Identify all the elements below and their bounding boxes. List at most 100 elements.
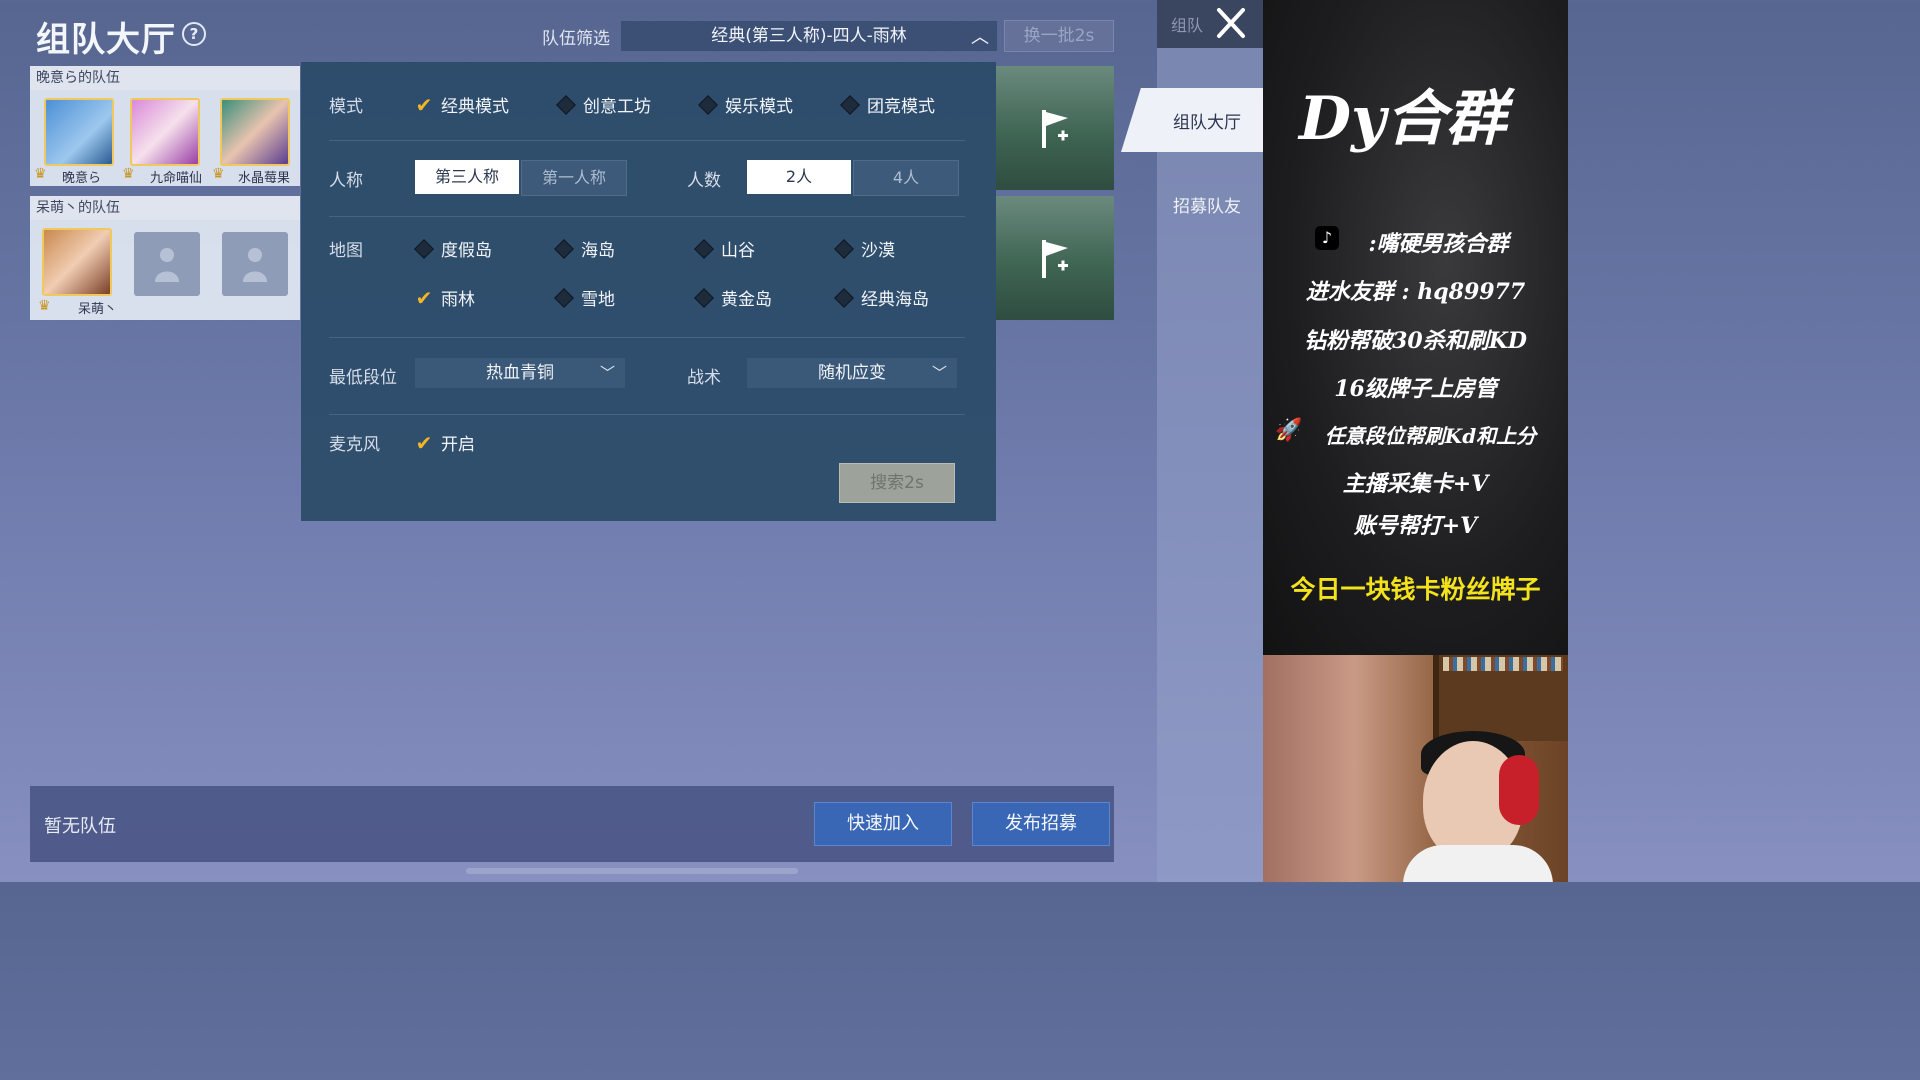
member-avatar[interactable] [130, 98, 200, 166]
member-avatar[interactable] [44, 98, 114, 166]
mode-option-fun[interactable]: 娱乐模式 [698, 92, 793, 117]
webcam-feed [1263, 655, 1568, 882]
sidebar-item-recruit[interactable]: 招募队友 [1173, 192, 1241, 217]
unchecked-diamond-icon [698, 94, 718, 115]
map-option-resort[interactable]: 度假岛 [414, 236, 492, 261]
option-label: 雪地 [581, 290, 615, 310]
divider [329, 414, 965, 415]
player-count-label: 人数 [687, 171, 721, 191]
unchecked-diamond-icon [834, 238, 854, 259]
chevron-down-icon: ﹀ [931, 364, 947, 382]
no-team-text: 暂无队伍 [44, 816, 116, 837]
map-thumbnail[interactable] [996, 196, 1114, 320]
min-rank-dropdown[interactable]: 热血青铜 ﹀ [415, 358, 625, 388]
unchecked-diamond-icon [554, 238, 574, 259]
mode-option-workshop[interactable]: 创意工坊 [556, 92, 651, 117]
checkmark-icon: ✔ [415, 430, 433, 455]
filter-panel: 模式 ✔ 经典模式 创意工坊 娱乐模式 团竞模式 人称 第三人称 第一人称 人数… [301, 62, 996, 521]
map-option-snow[interactable]: 雪地 [554, 285, 615, 310]
perspective-first-person[interactable]: 第一人称 [521, 160, 627, 196]
member-name: 呆萌丶 [78, 302, 118, 317]
rank-badge-icon: ♛ [34, 166, 47, 182]
mode-label: 模式 [329, 97, 363, 117]
search-button[interactable]: 搜索2s [839, 463, 955, 503]
team-header: 晚意ら的队伍 [30, 66, 300, 90]
option-label: 海岛 [581, 241, 615, 261]
rank-badge-icon: ♛ [38, 298, 51, 314]
mode-option-team-deathmatch[interactable]: 团竞模式 [840, 92, 935, 117]
member-avatar[interactable] [220, 98, 290, 166]
map-label: 地图 [329, 241, 363, 261]
chevron-down-icon: ﹀ [599, 364, 615, 382]
empty-slot[interactable] [134, 232, 200, 296]
sidebar-header-label: 组队 [1171, 16, 1204, 35]
headset [1499, 755, 1539, 825]
map-thumbnail[interactable] [996, 66, 1114, 190]
overlay-title: Dy合群 [1299, 84, 1506, 154]
perspective-label: 人称 [329, 171, 363, 191]
overlay-line: 进水友群 : hq89977 [1305, 279, 1526, 305]
create-team-flag-icon [1042, 240, 1068, 278]
refresh-button[interactable]: 换一批2s [1004, 20, 1114, 52]
member-name: 水晶莓果 [238, 171, 291, 186]
option-label: 沙漠 [861, 241, 895, 261]
map-option-classic-island[interactable]: 经典海岛 [834, 285, 929, 310]
team-filter-dropdown[interactable]: 经典(第三人称)-四人-雨林 ︿ [620, 20, 998, 52]
unchecked-diamond-icon [414, 238, 434, 259]
rank-badge-icon: ♛ [122, 166, 135, 182]
post-recruit-button[interactable]: 发布招募 [972, 802, 1110, 846]
quick-join-button[interactable]: 快速加入 [814, 802, 952, 846]
streamer-shirt [1403, 845, 1553, 882]
map-option-rainforest[interactable]: ✔ 雨林 [415, 285, 475, 311]
map-option-desert[interactable]: 沙漠 [834, 236, 895, 261]
option-label: 娱乐模式 [725, 97, 793, 117]
member-avatar[interactable] [42, 228, 112, 296]
option-label: 山谷 [721, 241, 755, 261]
create-team-flag-icon [1042, 110, 1068, 148]
team-card[interactable]: 呆萌丶的队伍 ♛ 呆萌丶 [30, 196, 300, 320]
mic-on-option[interactable]: ✔ 开启 [415, 430, 475, 456]
sidebar-header: 组队 [1157, 0, 1263, 48]
map-option-gold-island[interactable]: 黄金岛 [694, 285, 772, 310]
scrollbar[interactable] [466, 868, 798, 874]
empty-slot[interactable] [222, 232, 288, 296]
mode-option-classic[interactable]: ✔ 经典模式 [415, 92, 509, 118]
unchecked-diamond-icon [694, 238, 714, 259]
overlay-line: 主播采集卡+V [1342, 471, 1489, 497]
team-header: 呆萌丶的队伍 [30, 196, 300, 220]
stream-overlay: Dy合群 ♪ :嘴硬男孩合群 进水友群 : hq89977 钻粉帮破30杀和刷K… [1263, 0, 1568, 655]
player-count-2[interactable]: 2人 [747, 160, 851, 194]
unchecked-diamond-icon [554, 287, 574, 308]
checkmark-icon: ✔ [415, 92, 433, 117]
tactic-value: 随机应变 [818, 363, 886, 383]
option-label: 雨林 [441, 290, 475, 310]
overlay-line: 任意段位帮刷Kd和上分 [1324, 424, 1537, 448]
sidebar-item-label: 组队大厅 [1173, 113, 1241, 133]
member-name: 晚意ら [62, 171, 102, 186]
tactic-dropdown[interactable]: 随机应变 ﹀ [747, 358, 957, 388]
divider [329, 216, 965, 217]
team-card[interactable]: 晚意ら的队伍 ♛ 晚意ら ♛ 九命喵仙 ♛ 水晶莓果 [30, 66, 300, 186]
map-option-valley[interactable]: 山谷 [694, 236, 755, 261]
chevron-up-icon: ︿ [971, 27, 989, 48]
min-rank-label: 最低段位 [329, 368, 397, 388]
divider [329, 337, 965, 338]
map-option-island[interactable]: 海岛 [554, 236, 615, 261]
help-icon[interactable]: ? [182, 22, 206, 46]
mic-label: 麦克风 [329, 435, 380, 455]
overlay-line: :嘴硬男孩合群 [1368, 231, 1509, 257]
overlay-line: 16级牌子上房管 [1334, 376, 1497, 402]
option-label: 开启 [441, 435, 475, 455]
team-filter-value: 经典(第三人称)-四人-雨林 [711, 26, 907, 46]
close-icon[interactable] [1213, 4, 1249, 42]
player-count-4[interactable]: 4人 [853, 160, 959, 196]
option-label: 经典海岛 [861, 290, 929, 310]
perspective-third-person[interactable]: 第三人称 [415, 160, 519, 194]
unchecked-diamond-icon [694, 287, 714, 308]
option-label: 创意工坊 [583, 97, 651, 117]
rank-badge-icon: ♛ [212, 166, 225, 182]
member-name: 九命喵仙 [150, 171, 203, 186]
overlay-banner: 今日一块钱卡粉丝牌子 [1290, 575, 1541, 604]
sidebar-item-team-hall[interactable]: 组队大厅 [1121, 88, 1263, 152]
option-label: 经典模式 [441, 97, 509, 117]
